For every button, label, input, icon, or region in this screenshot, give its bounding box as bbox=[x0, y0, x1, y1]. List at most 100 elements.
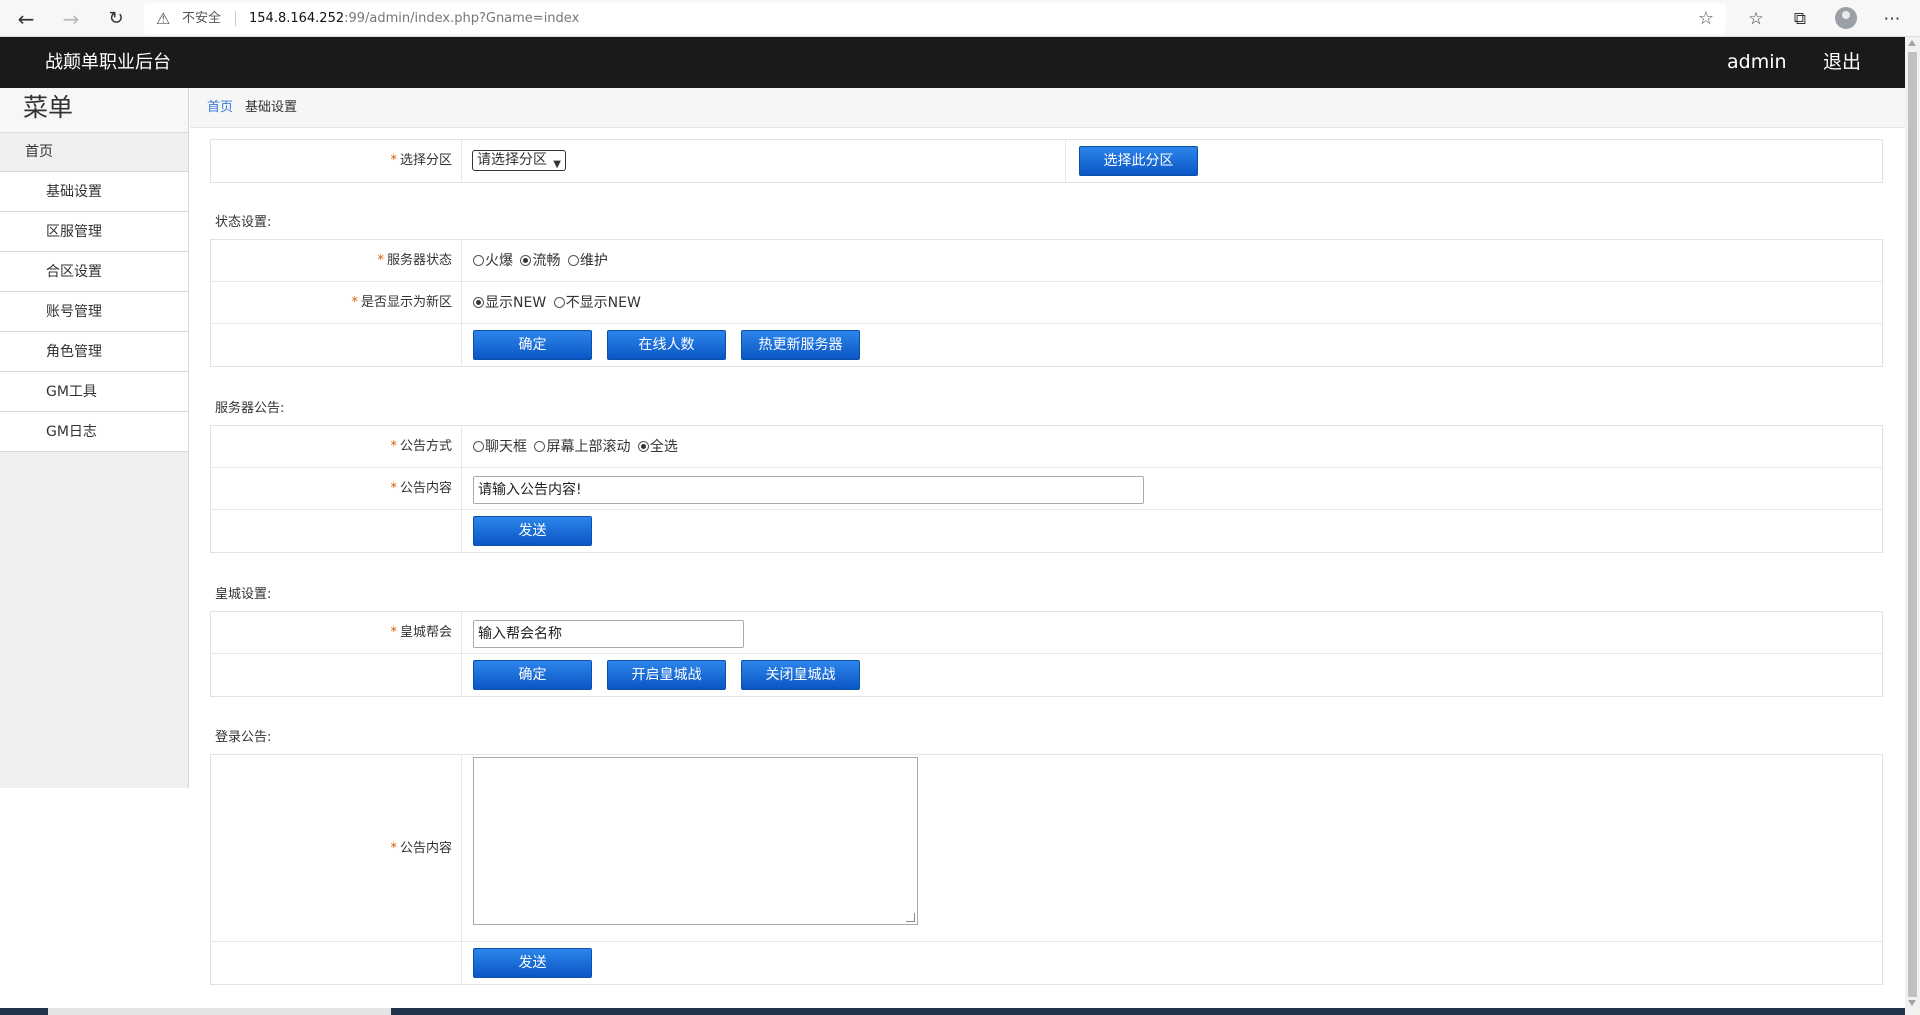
announce-table: * 公告方式 聊天框 屏幕上部滚动 全选 * 公告内容 请输入公告内容! 发送 bbox=[210, 425, 1883, 553]
required-star: * bbox=[390, 439, 397, 454]
sidebar-item-gm-logs[interactable]: GM日志 bbox=[0, 412, 188, 452]
announce-mode-option-label: 聊天框 bbox=[485, 439, 527, 455]
app-title: 战颠单职业后台 bbox=[45, 52, 171, 73]
castle-confirm-button[interactable]: 确定 bbox=[473, 660, 592, 690]
announce-content-label: * 公告内容 bbox=[211, 468, 462, 509]
breadcrumb: 首页 基础设置 bbox=[190, 88, 1905, 128]
new-zone-label: * 是否显示为新区 bbox=[211, 282, 462, 323]
new-zone-option-label: 不显示NEW bbox=[565, 295, 641, 311]
scroll-down-icon[interactable] bbox=[1908, 1000, 1916, 1006]
zone-select-table: * 选择分区 请选择分区 ▼ 选择此分区 bbox=[210, 139, 1883, 183]
browser-toolbar: ← → ↻ ⚠ 不安全 154.8.164.252:99/admin/index… bbox=[0, 0, 1920, 37]
online-count-button[interactable]: 在线人数 bbox=[607, 330, 726, 360]
empty-label-cell bbox=[211, 654, 462, 696]
sidebar: 菜单 首页 基础设置 区服管理 合区设置 账号管理 角色管理 GM工具 GM日志 bbox=[0, 88, 189, 788]
login-notice-content-row: * 公告内容 bbox=[211, 755, 1882, 942]
vertical-scrollbar[interactable] bbox=[1905, 37, 1920, 1015]
url-text[interactable]: 154.8.164.252:99/admin/index.php?Gname=i… bbox=[249, 3, 579, 34]
castle-guild-input[interactable]: 输入帮会名称 bbox=[473, 620, 744, 648]
stop-castle-war-button[interactable]: 关闭皇城战 bbox=[741, 660, 860, 690]
server-status-option-label: 火爆 bbox=[485, 253, 513, 269]
new-zone-option-label: 显示NEW bbox=[485, 295, 547, 311]
login-notice-send-button[interactable]: 发送 bbox=[473, 948, 592, 978]
address-bar[interactable]: ⚠ 不安全 154.8.164.252:99/admin/index.php?G… bbox=[144, 3, 1726, 34]
castle-guild-row: * 皇城帮会 输入帮会名称 bbox=[211, 612, 1882, 654]
profile-avatar-icon[interactable] bbox=[1835, 7, 1857, 29]
scroll-up-icon[interactable] bbox=[1908, 40, 1916, 46]
favorites-icon[interactable]: ☆ bbox=[1742, 5, 1770, 33]
status-table: * 服务器状态 火爆 流畅 维护 * 是否显示为新区 显示NEW 不显示NEW 确定… bbox=[210, 239, 1883, 367]
sidebar-item-home[interactable]: 首页 bbox=[0, 133, 188, 172]
address-divider bbox=[235, 11, 236, 26]
castle-table: * 皇城帮会 输入帮会名称 确定 开启皇城战 关闭皇城战 bbox=[210, 611, 1883, 697]
announce-mode-option-label: 屏幕上部滚动 bbox=[546, 439, 631, 455]
warning-icon: ⚠ bbox=[156, 9, 171, 28]
resize-grip-icon[interactable] bbox=[906, 913, 915, 922]
server-status-radio-smooth[interactable] bbox=[520, 255, 532, 266]
select-zone-button[interactable]: 选择此分区 bbox=[1079, 146, 1198, 176]
forward-arrow-icon[interactable]: → bbox=[57, 5, 85, 33]
status-buttons-row: 确定 在线人数 热更新服务器 bbox=[211, 324, 1882, 366]
castle-guild-label: * 皇城帮会 bbox=[211, 612, 462, 653]
more-options-icon[interactable]: ⋯ bbox=[1878, 5, 1906, 33]
login-notice-section-title: 登录公告: bbox=[215, 730, 272, 745]
announce-mode-radio-scroll[interactable] bbox=[534, 441, 546, 452]
refresh-icon[interactable]: ↻ bbox=[102, 5, 130, 33]
sidebar-item-account-management[interactable]: 账号管理 bbox=[0, 292, 188, 332]
announce-send-row: 发送 bbox=[211, 510, 1882, 552]
zone-select-dropdown[interactable]: 请选择分区 ▼ bbox=[472, 150, 566, 171]
sidebar-item-merge-settings[interactable]: 合区设置 bbox=[0, 252, 188, 292]
login-notice-table: * 公告内容 发送 bbox=[210, 754, 1883, 985]
zone-select-row: * 选择分区 请选择分区 ▼ 选择此分区 bbox=[211, 140, 1882, 182]
empty-label-cell bbox=[211, 324, 462, 366]
empty-label-cell bbox=[211, 942, 462, 984]
sidebar-item-gm-tools[interactable]: GM工具 bbox=[0, 372, 188, 412]
empty-label-cell bbox=[211, 510, 462, 552]
announce-content-input[interactable]: 请输入公告内容! bbox=[473, 476, 1144, 504]
login-notice-content-label: * 公告内容 bbox=[211, 755, 462, 941]
announce-mode-radio-chat[interactable] bbox=[473, 441, 484, 452]
back-arrow-icon[interactable]: ← bbox=[12, 5, 40, 33]
announce-mode-radio-all[interactable] bbox=[637, 441, 649, 452]
new-zone-row: * 是否显示为新区 显示NEW 不显示NEW bbox=[211, 282, 1882, 324]
collections-icon[interactable]: ⧉ bbox=[1786, 5, 1814, 33]
announce-mode-row: * 公告方式 聊天框 屏幕上部滚动 全选 bbox=[211, 426, 1882, 468]
new-zone-radio-hide[interactable] bbox=[553, 297, 565, 308]
logout-link[interactable]: 退出 bbox=[1823, 37, 1861, 88]
menu-title: 菜单 bbox=[0, 88, 188, 133]
login-notice-textarea[interactable] bbox=[473, 757, 918, 925]
announce-mode-label: * 公告方式 bbox=[211, 426, 462, 467]
taskbar-active-window[interactable] bbox=[48, 1008, 391, 1015]
new-zone-radio-show[interactable] bbox=[473, 297, 484, 308]
breadcrumb-current: 基础设置 bbox=[245, 100, 298, 115]
add-favorite-icon[interactable]: ☆ bbox=[1698, 3, 1714, 34]
url-path: :99/admin/index.php?Gname=index bbox=[344, 11, 580, 26]
hot-update-server-button[interactable]: 热更新服务器 bbox=[741, 330, 860, 360]
start-castle-war-button[interactable]: 开启皇城战 bbox=[607, 660, 726, 690]
announce-content-row: * 公告内容 请输入公告内容! bbox=[211, 468, 1882, 510]
castle-section-title: 皇城设置: bbox=[215, 587, 272, 602]
breadcrumb-home-link[interactable]: 首页 bbox=[207, 88, 233, 128]
server-status-label: * 服务器状态 bbox=[211, 240, 462, 281]
server-status-radio-hot[interactable] bbox=[473, 255, 484, 266]
required-star: * bbox=[390, 625, 397, 640]
status-confirm-button[interactable]: 确定 bbox=[473, 330, 592, 360]
announce-section-title: 服务器公告: bbox=[215, 401, 285, 416]
sidebar-item-server-management[interactable]: 区服管理 bbox=[0, 212, 188, 252]
required-star: * bbox=[390, 841, 397, 856]
announce-send-button[interactable]: 发送 bbox=[473, 516, 592, 546]
server-status-radio-maintenance[interactable] bbox=[567, 255, 579, 266]
zone-select-label: * 选择分区 bbox=[211, 140, 462, 182]
user-name[interactable]: admin bbox=[1727, 37, 1787, 88]
status-section-title: 状态设置: bbox=[215, 215, 272, 230]
zone-select-value: 请选择分区 bbox=[477, 152, 547, 168]
sidebar-item-role-management[interactable]: 角色管理 bbox=[0, 332, 188, 372]
sidebar-item-basic-settings[interactable]: 基础设置 bbox=[0, 172, 188, 212]
zone-select-cell: 请选择分区 ▼ bbox=[462, 140, 1066, 182]
login-notice-send-row: 发送 bbox=[211, 942, 1882, 984]
taskbar bbox=[0, 1008, 1905, 1015]
server-status-row: * 服务器状态 火爆 流畅 维护 bbox=[211, 240, 1882, 282]
required-star: * bbox=[351, 295, 358, 310]
chevron-down-icon: ▼ bbox=[553, 159, 561, 170]
scrollbar-thumb[interactable] bbox=[1908, 52, 1917, 997]
